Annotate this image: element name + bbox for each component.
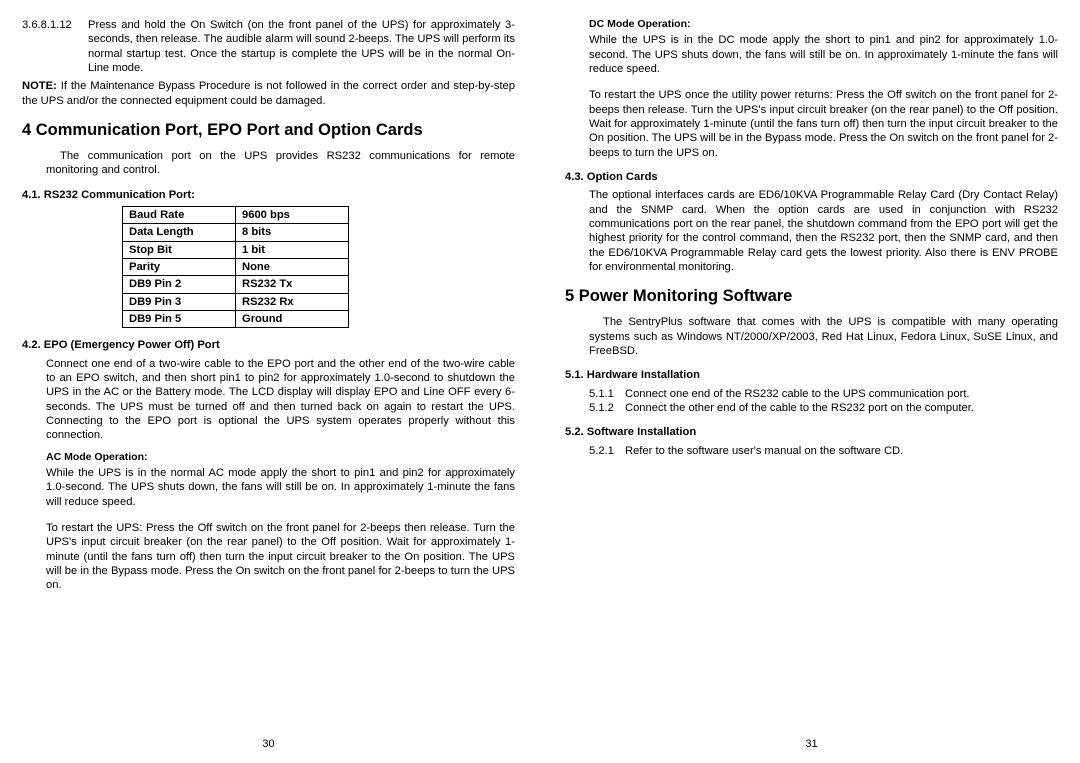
item-5-2-1: 5.2.1 Refer to the software user's manua… [589,444,1058,458]
section-4-3-title: 4.3. Option Cards [565,170,1058,184]
table-cell: DB9 Pin 2 [123,276,236,293]
ac-mode-p1: While the UPS is in the normal AC mode a… [46,466,515,509]
table-cell: Stop Bit [123,241,236,258]
table-cell: Data Length [123,224,236,241]
section-4-2-title: 4.2. EPO (Emergency Power Off) Port [22,338,515,352]
item-text: Refer to the software user's manual on t… [625,444,1058,458]
item-text: Connect one end of the RS232 cable to th… [625,387,1058,401]
table-row: Data Length8 bits [123,224,349,241]
item-num: 5.2.1 [589,444,625,458]
note-block: NOTE: If the Maintenance Bypass Procedur… [22,79,515,108]
left-page: 3.6.8.1.12 Press and hold the On Switch … [22,18,515,763]
section-4-title: 4 Communication Port, EPO Port and Optio… [22,120,515,141]
section-5-2-title: 5.2. Software Installation [565,425,1058,439]
section-4-intro: The communication port on the UPS provid… [46,149,515,178]
table-cell: Ground [236,311,349,328]
item-5-1-2: 5.1.2 Connect the other end of the cable… [589,401,1058,415]
page-number-right: 31 [565,731,1058,763]
table-cell: None [236,259,349,276]
dc-mode-p1: While the UPS is in the DC mode apply th… [589,33,1058,76]
table-cell: 8 bits [236,224,349,241]
table-row: ParityNone [123,259,349,276]
dc-mode-heading: DC Mode Operation: [589,18,1058,31]
table-row: DB9 Pin 5Ground [123,311,349,328]
section-4-3-body: The optional interfaces cards are ED6/10… [589,188,1058,274]
item-5-1-1: 5.1.1 Connect one end of the RS232 cable… [589,387,1058,401]
table-cell: Parity [123,259,236,276]
item-num: 5.1.2 [589,401,625,415]
table-row: DB9 Pin 3RS232 Rx [123,293,349,310]
table-row: Stop Bit1 bit [123,241,349,258]
ac-mode-p2: To restart the UPS: Press the Off switch… [46,521,515,593]
ac-mode-heading: AC Mode Operation: [46,451,515,464]
item-text: Connect the other end of the cable to th… [625,401,1058,415]
table-cell: RS232 Tx [236,276,349,293]
table-row: Baud Rate9600 bps [123,207,349,224]
table-cell: DB9 Pin 3 [123,293,236,310]
table-cell: 1 bit [236,241,349,258]
page-number-left: 30 [22,731,515,763]
section-5-1-title: 5.1. Hardware Installation [565,368,1058,382]
right-page: DC Mode Operation: While the UPS is in t… [565,18,1058,763]
table-cell: RS232 Rx [236,293,349,310]
table-row: DB9 Pin 2RS232 Tx [123,276,349,293]
step-item: 3.6.8.1.12 Press and hold the On Switch … [22,18,515,75]
section-5-title: 5 Power Monitoring Software [565,286,1058,307]
section-4-2-body: Connect one end of a two-wire cable to t… [46,357,515,443]
note-text: If the Maintenance Bypass Procedure is n… [22,80,515,106]
step-text: Press and hold the On Switch (on the fro… [88,18,515,75]
section-5-intro: The SentryPlus software that comes with … [589,315,1058,358]
step-number: 3.6.8.1.12 [22,18,88,75]
page-spread: 3.6.8.1.12 Press and hold the On Switch … [0,0,1080,763]
table-cell: Baud Rate [123,207,236,224]
table-cell: DB9 Pin 5 [123,311,236,328]
note-label: NOTE: [22,80,57,92]
item-num: 5.1.1 [589,387,625,401]
section-4-1-title: 4.1. RS232 Communication Port: [22,188,515,202]
rs232-table: Baud Rate9600 bpsData Length8 bitsStop B… [122,206,349,328]
dc-mode-p2: To restart the UPS once the utility powe… [589,88,1058,160]
table-cell: 9600 bps [236,207,349,224]
